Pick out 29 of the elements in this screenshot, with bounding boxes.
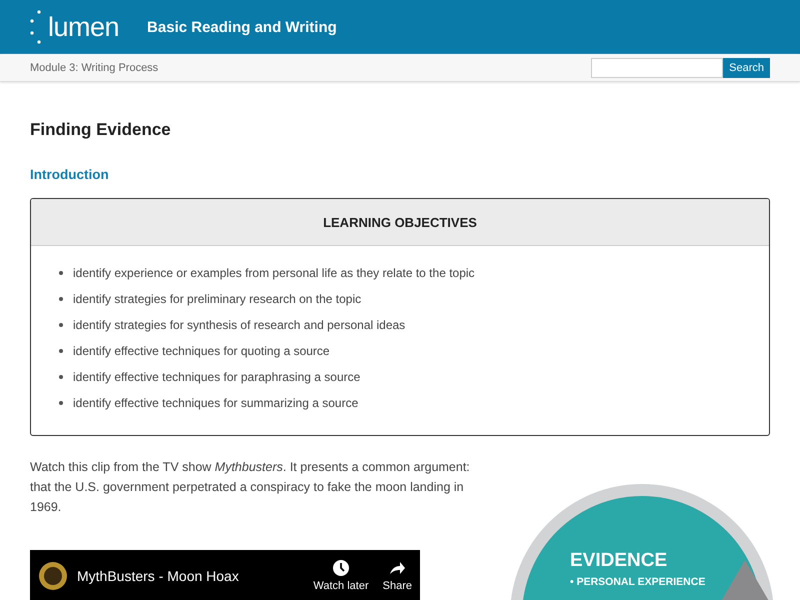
intro-paragraph: Watch this clip from the TV show Mythbusters. It presents a common argument: that the U.S. government perpetrated a conspiracy to fake the moon landing in 1969. xyxy=(30,459,470,516)
channel-avatar-icon xyxy=(38,560,68,590)
search-button[interactable]: Search xyxy=(723,58,770,78)
objectives-title: LEARNING OBJECTIVES xyxy=(323,214,477,230)
bullet-icon xyxy=(59,271,63,275)
logo-text[interactable]: lumen xyxy=(48,14,120,40)
bullet-icon xyxy=(59,323,63,327)
graphic-heading: EVIDENCE xyxy=(570,550,668,572)
video-action-button[interactable]: Share xyxy=(382,559,412,592)
section-heading: Introduction xyxy=(30,167,110,182)
bullet-icon xyxy=(59,349,63,353)
objective-item: identify strategies for synthesis of research and personal ideas xyxy=(73,317,406,334)
objective-item: identify effective techniques for paraphrasing a source xyxy=(73,369,360,386)
bullet-icon xyxy=(59,297,63,301)
search-field[interactable] xyxy=(591,58,724,78)
breadcrumb-link[interactable]: Module 3: Writing Process xyxy=(30,62,158,74)
graphic-bullet: • PERSONAL EXPERIENCE xyxy=(570,576,706,588)
bullet-icon xyxy=(59,375,63,379)
video-player[interactable]: MythBusters - Moon Hoax Watch later Share xyxy=(30,550,420,600)
video-title[interactable]: MythBusters - Moon Hoax xyxy=(77,568,304,584)
objective-item: identify effective techniques for summarizing a source xyxy=(73,395,358,412)
bullet-icon xyxy=(59,401,63,405)
video-action-button[interactable]: Watch later xyxy=(313,559,369,592)
objective-item: identify strategies for preliminary research on the topic xyxy=(73,291,362,308)
objective-item: identify experience or examples from personal life as they relate to the topic xyxy=(73,265,475,282)
course-title[interactable]: Basic Reading and Writing xyxy=(147,18,337,36)
clock-icon xyxy=(332,559,350,577)
page-title: Finding Evidence xyxy=(30,120,172,140)
objective-item: identify effective techniques for quoting a source xyxy=(73,343,330,360)
